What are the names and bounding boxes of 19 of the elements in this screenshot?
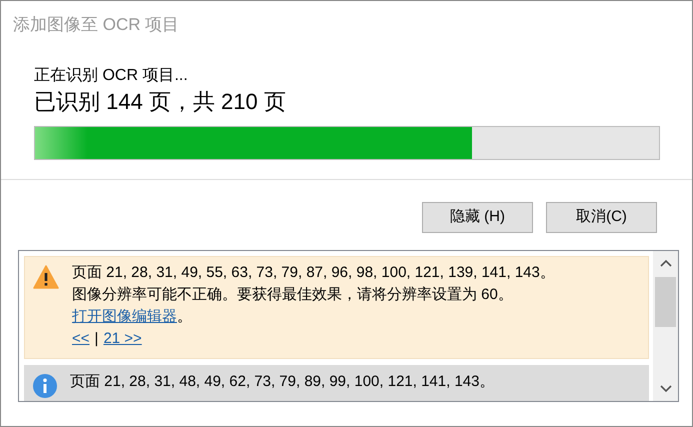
previous-link[interactable]: << (72, 328, 90, 350)
image-editor-link[interactable]: 打开图像编辑器 (72, 306, 177, 328)
nav-separator: | (94, 329, 98, 349)
page-list: 页面 21, 28, 31, 48, 49, 62, 73, 79, 89, 99, 100, 121, 141, 143。 (70, 371, 494, 393)
hide-button[interactable]: 隐藏 (H) (422, 202, 533, 233)
scroll-up-icon[interactable] (660, 259, 672, 267)
page-list: 页面 21, 28, 31, 49, 55, 63, 73, 79, 87, 96, 98, 100, 121, 139, 141, 143。 (72, 262, 555, 284)
scroll-down-icon[interactable] (660, 385, 672, 393)
cancel-button[interactable]: 取消(C) (546, 202, 657, 233)
window-title: 添加图像至 OCR 项目 (12, 14, 180, 36)
message-detail: 图像分辨率可能不正确。要获得最佳效果，请将分辨率设置为 60。 (72, 285, 514, 305)
status-text: 正在识别 OCR 项目... (34, 66, 189, 86)
scroll-thumb[interactable] (655, 277, 676, 327)
info-icon (33, 374, 57, 398)
scrollbar[interactable] (653, 251, 678, 401)
next-link[interactable]: 21 >> (103, 328, 142, 350)
warning-icon (33, 265, 59, 289)
page-count: 已识别 144 页，共 210 页 (34, 88, 287, 116)
link-suffix: 。 (177, 307, 192, 327)
